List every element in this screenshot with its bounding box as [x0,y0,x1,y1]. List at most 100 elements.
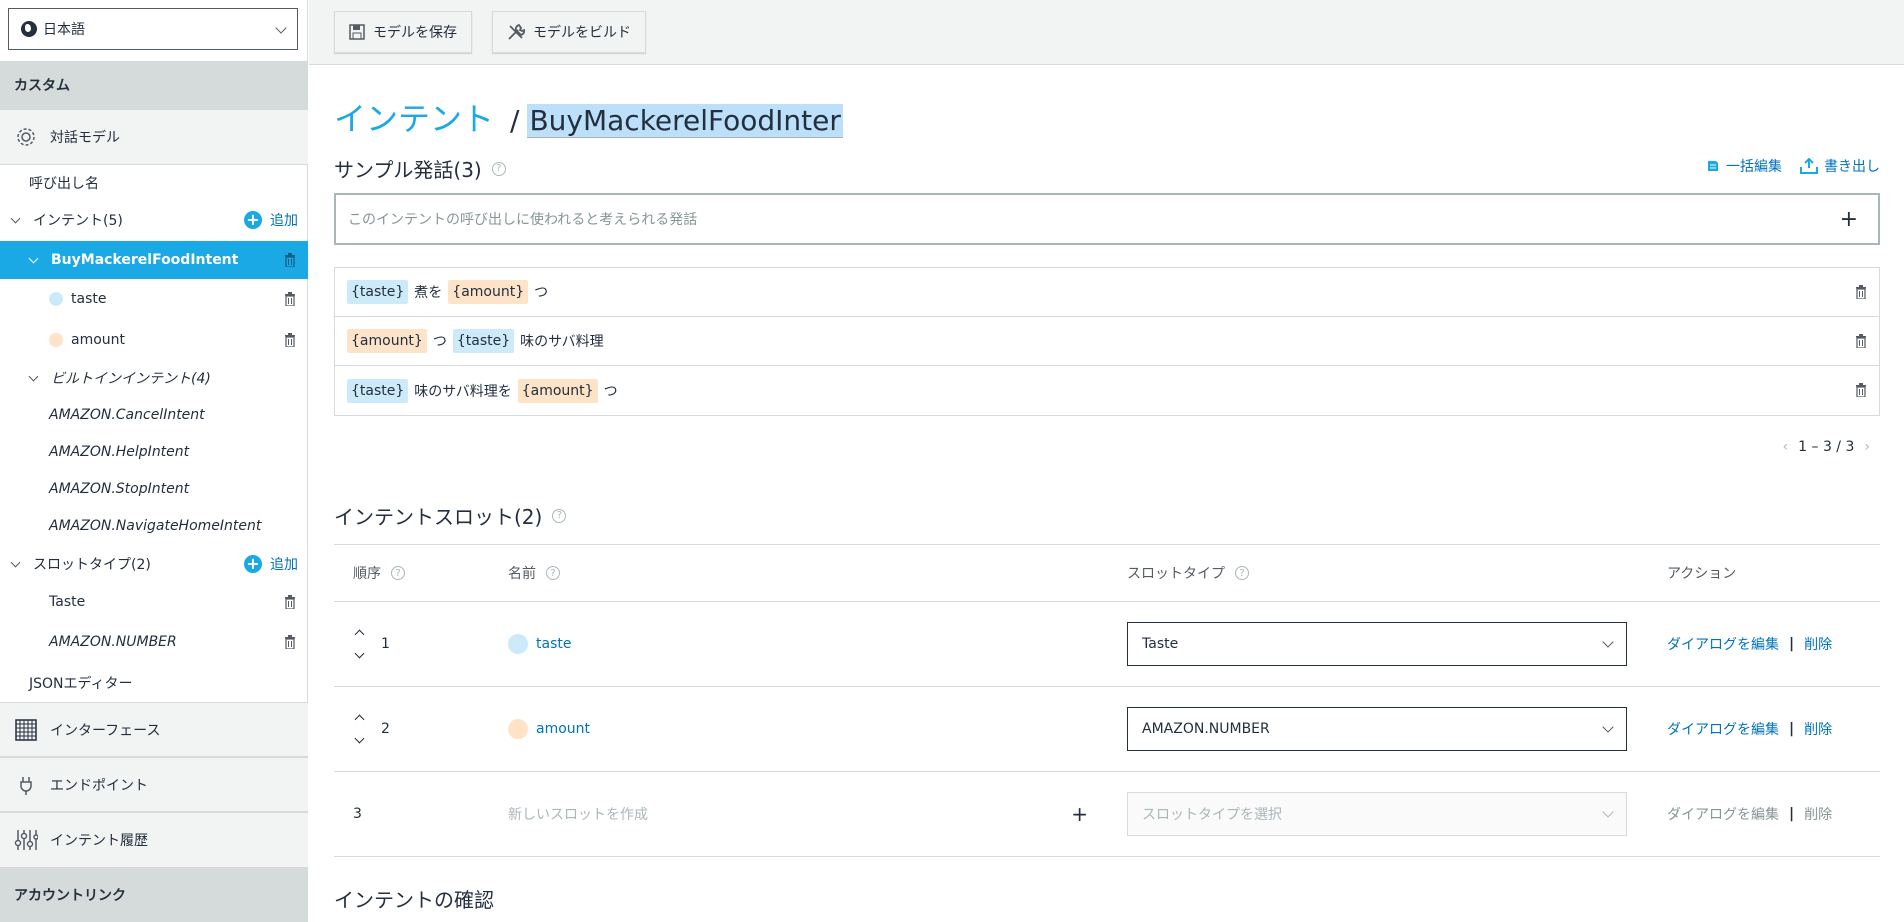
help-icon[interactable]: ? [1235,566,1249,580]
slot-type-placeholder: スロットタイプを選択 [1142,807,1282,823]
sidebar-item-slot-taste[interactable]: taste [0,281,308,317]
help-icon[interactable]: ? [391,566,405,580]
slot-type-select[interactable]: AMAZON.NUMBER [1127,707,1627,751]
slot-type-value: Taste [1142,636,1179,652]
save-model-label: モデルを保存 [373,25,457,41]
amount-slot-chip[interactable]: {amount} [347,329,427,353]
slot-order: 3 [353,772,362,856]
export-button[interactable]: 書き出し [1800,156,1880,176]
trash-icon[interactable] [284,292,296,306]
slot-type-select[interactable]: スロットタイプを選択 [1127,792,1627,836]
wrench-icon [507,23,525,41]
add-intent-button[interactable]: + 追加 [244,210,298,230]
amount-slot-chip[interactable]: {amount} [448,280,529,304]
bulk-edit-button[interactable]: 一括編集 [1706,156,1782,176]
trash-icon[interactable] [1855,285,1867,299]
chevron-left-icon[interactable]: ‹ [1783,439,1789,455]
taste-slot-chip[interactable]: {taste} [347,280,409,304]
builtin-intent-label: AMAZON.StopIntent [49,481,190,497]
arrow-up-icon[interactable] [354,714,365,725]
arrow-up-icon[interactable] [354,629,365,640]
intent-slots-title: インテントスロット(2) ? [334,501,567,530]
utterance-text: つ [432,334,447,350]
chevron-down-icon[interactable] [28,253,39,263]
edit-dialog-link[interactable]: ダイアログを編集 [1667,804,1779,824]
sidebar-item-active-intent[interactable]: BuyMackerelFoodIntent [0,241,308,279]
build-model-button[interactable]: モデルをビルド [492,11,646,53]
intent-name-input[interactable]: BuyMackerelFoodInter [527,104,843,138]
save-model-button[interactable]: モデルを保存 [334,11,472,53]
chevron-down-icon [1602,636,1614,648]
delete-slot-link[interactable]: 削除 [1804,804,1832,824]
utterance-row[interactable]: {taste} 味のサバ料理を {amount} つ [335,366,1879,415]
nav-endpoint[interactable]: エンドポイント [0,757,308,812]
account-link-section-header[interactable]: アカウントリンク [0,868,308,922]
sidebar-item-intents[interactable]: インテント(5) + 追加 [0,202,308,238]
utterance-row[interactable]: {taste} 煮を {amount} つ [335,268,1879,317]
trash-icon[interactable] [1855,383,1867,397]
amount-dot-icon [508,719,528,739]
sidebar: 日本語 カスタム 対話モデル 呼び出し名 インテント(5) + 追加 BuyMa… [0,0,308,922]
reorder-arrows[interactable] [354,629,365,659]
breadcrumb-intents-link[interactable]: インテント [334,94,494,140]
chevron-down-icon[interactable] [10,557,21,567]
add-slot-icon[interactable]: + [1071,802,1088,826]
slot-name-link[interactable]: taste [536,636,571,652]
sidebar-item-builtin-intent[interactable]: AMAZON.CancelIntent [0,397,308,433]
help-icon[interactable]: ? [491,161,506,176]
sidebar-item-builtin-intent[interactable]: AMAZON.StopIntent [0,471,308,507]
new-slot-input[interactable]: 新しいスロットを作成 + [508,772,1088,856]
utterance-row[interactable]: {amount} つ {taste} 味のサバ料理 [335,317,1879,366]
sidebar-item-slot-type[interactable]: Taste [0,584,308,620]
arrow-down-icon[interactable] [354,733,365,744]
trash-icon[interactable] [284,253,296,267]
help-icon[interactable]: ? [552,508,567,523]
custom-section-header[interactable]: カスタム [0,61,308,109]
sample-utterances-title: サンプル発話(3) ? [334,154,506,183]
taste-slot-chip[interactable]: {taste} [347,378,409,403]
slot-amount-label: amount [71,332,126,348]
add-slot-type-button[interactable]: + 追加 [244,554,298,574]
language-label: 日本語 [43,22,85,38]
slot-name-cell: amount [508,687,590,771]
taste-slot-chip[interactable]: {taste} [452,329,515,353]
reorder-arrows[interactable] [354,714,365,744]
sidebar-item-slot-types[interactable]: スロットタイプ(2) + 追加 [0,546,308,582]
plug-icon [14,773,38,797]
chevron-right-icon[interactable]: › [1864,439,1870,455]
delete-slot-link[interactable]: 削除 [1804,634,1832,654]
delete-slot-link[interactable]: 削除 [1804,719,1832,739]
upload-icon [1800,158,1818,174]
arrow-down-icon[interactable] [354,648,365,659]
edit-dialog-link[interactable]: ダイアログを編集 [1667,634,1779,654]
invocation-label: 呼び出し名 [29,176,99,192]
utterance-input[interactable]: このインテントの呼び出しに使われると考えられる発話 + [334,193,1880,245]
slot-actions: ダイアログを編集 | 削除 [1667,634,1833,654]
nav-interfaces[interactable]: インターフェース [0,702,308,757]
add-utterance-icon[interactable]: + [1840,207,1858,232]
sidebar-item-json-editor[interactable]: JSONエディター [0,665,308,701]
chevron-down-icon[interactable] [10,213,21,223]
help-icon[interactable]: ? [546,566,560,580]
nav-dialog-model[interactable]: 対話モデル [0,109,308,165]
trash-icon[interactable] [284,595,296,609]
chevron-down-icon[interactable] [28,371,39,381]
trash-icon[interactable] [284,333,296,347]
trash-icon[interactable] [284,635,296,649]
nav-intent-history[interactable]: インテント履歴 [0,812,308,868]
sidebar-item-builtin-intent[interactable]: AMAZON.NavigateHomeIntent [0,508,308,544]
sidebar-item-builtin-intent[interactable]: AMAZON.HelpIntent [0,434,308,470]
slot-order-number: 1 [381,636,390,652]
language-select[interactable]: 日本語 [8,8,298,50]
slot-type-select[interactable]: Taste [1127,622,1627,666]
header-order: 順序 ? [353,545,405,601]
edit-dialog-link[interactable]: ダイアログを編集 [1667,719,1779,739]
sidebar-item-slot-type[interactable]: AMAZON.NUMBER [0,624,308,660]
sidebar-item-builtin[interactable]: ビルトインインテント(4) [0,360,308,396]
slot-name-link[interactable]: amount [536,721,590,737]
trash-icon[interactable] [1855,334,1867,348]
sidebar-item-invocation[interactable]: 呼び出し名 [0,165,308,201]
amount-slot-chip[interactable]: {amount} [517,378,598,403]
sidebar-item-slot-amount[interactable]: amount [0,322,308,358]
intent-confirmation-title: インテントの確認 [334,888,494,912]
